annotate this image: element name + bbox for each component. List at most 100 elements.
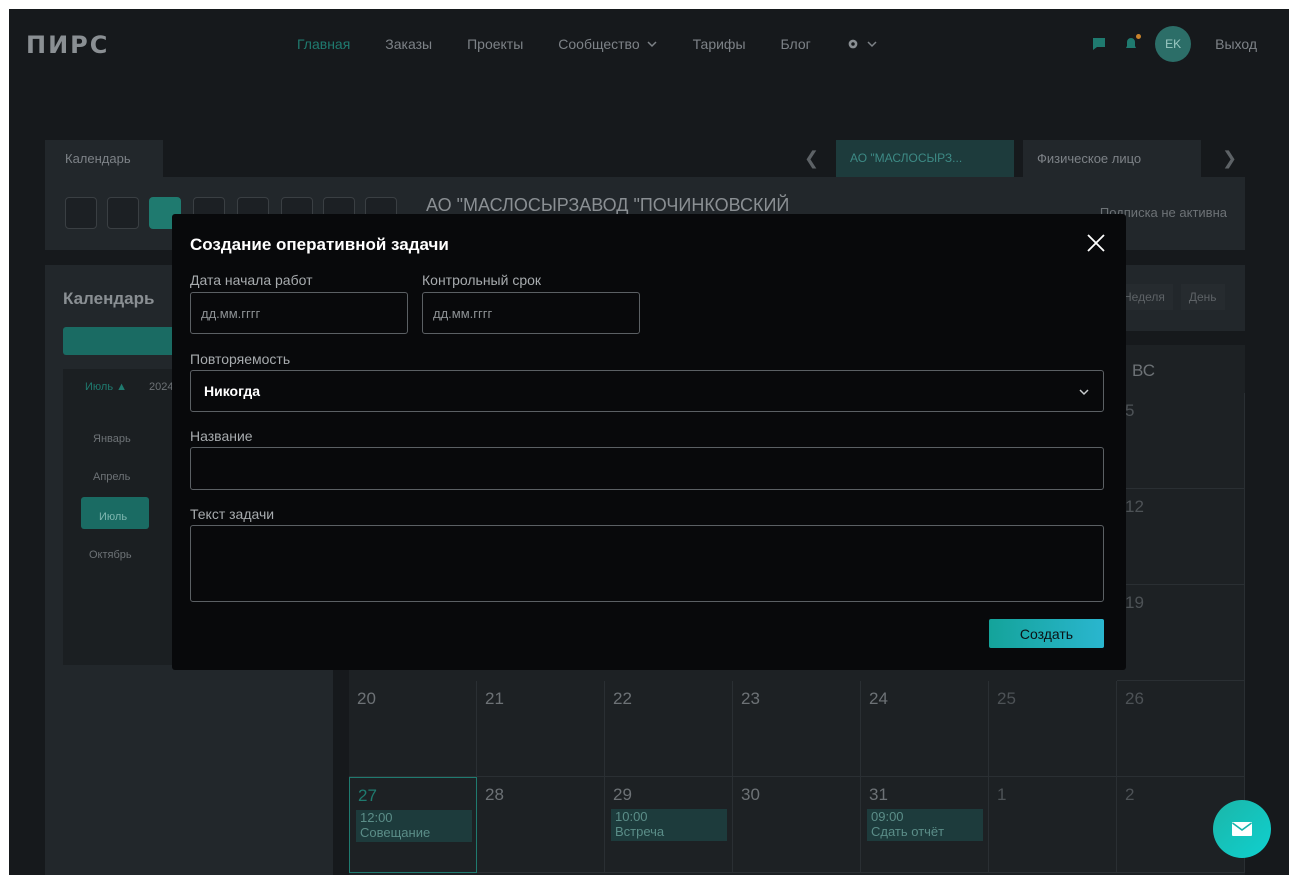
bell-icon[interactable] <box>1123 34 1142 52</box>
month-april[interactable]: Апрель <box>93 471 130 483</box>
logout-link[interactable]: Выход <box>1215 36 1257 52</box>
name-label: Название <box>190 428 253 444</box>
calendar-cell[interactable]: 30 <box>733 777 861 873</box>
name-input[interactable] <box>190 447 1104 490</box>
chat-icon[interactable] <box>1091 36 1107 52</box>
main-nav: Главная Заказы Проекты Сообщество Тарифы… <box>297 36 913 52</box>
calendar-cell[interactable]: 22 <box>605 681 733 777</box>
day-number: 2 <box>1125 785 1135 804</box>
year-selector[interactable]: 2024 <box>149 381 173 393</box>
nav-item-community-label: Сообщество <box>558 36 640 52</box>
nav-item-blog[interactable]: Блог <box>781 36 811 52</box>
document-icon[interactable] <box>107 197 139 229</box>
start-date-placeholder: дд.мм.гггг <box>201 306 261 321</box>
chevron-down-icon <box>647 41 657 48</box>
calendar-cell[interactable]: 19 <box>1117 585 1245 681</box>
calendar-cell[interactable]: 25 <box>989 681 1117 777</box>
header-right: EK Выход <box>1091 26 1257 62</box>
deadline-label: Контрольный срок <box>422 272 542 288</box>
calendar-cell[interactable]: 12 <box>1117 489 1245 585</box>
day-number: 21 <box>485 689 504 708</box>
repeat-select[interactable]: Никогда <box>190 370 1104 412</box>
task-text-textarea[interactable] <box>190 525 1104 602</box>
deadline-input[interactable]: дд.мм.гггг <box>422 292 640 334</box>
close-icon[interactable] <box>1086 233 1106 253</box>
tab-calendar[interactable]: Календарь <box>45 140 163 177</box>
calendar-event[interactable]: 10:00 Встреча <box>611 809 727 841</box>
day-number: 20 <box>357 689 376 708</box>
tab-person[interactable]: Физическое лицо <box>1023 140 1201 177</box>
month-selector[interactable]: Июль ▲ <box>85 381 127 393</box>
create-task-modal: Создание оперативной задачи Дата начала … <box>172 214 1126 670</box>
message-fab[interactable] <box>1213 800 1271 858</box>
chevron-down-icon <box>867 41 877 48</box>
calendar-cell[interactable]: 21 <box>477 681 605 777</box>
task-text-label: Текст задачи <box>190 506 275 522</box>
start-date-input[interactable]: дд.мм.гггг <box>190 292 408 334</box>
nav-item-orders[interactable]: Заказы <box>385 36 432 52</box>
calendar-cell-today[interactable]: 27 12:00 Совещание <box>349 777 477 873</box>
calendar-cell[interactable]: 20 <box>349 681 477 777</box>
calendar-cell[interactable]: 26 <box>1117 681 1245 777</box>
event-time: 09:00 <box>871 809 904 824</box>
nav-item-settings[interactable] <box>846 37 878 51</box>
nav-item-projects[interactable]: Проекты <box>467 36 523 52</box>
chevron-down-icon <box>1079 389 1089 396</box>
company-title: АО "МАСЛОСЫРЗАВОД "ПОЧИНКОВСКИЙ <box>426 195 790 215</box>
mail-icon <box>1232 822 1252 836</box>
nav-item-home[interactable]: Главная <box>297 36 350 52</box>
repeat-label: Повторяемость <box>190 351 291 367</box>
day-number: 25 <box>997 689 1016 708</box>
day-number: 26 <box>1125 689 1144 708</box>
day-number: 22 <box>613 689 632 708</box>
day-number: 19 <box>1125 593 1144 612</box>
deadline-placeholder: дд.мм.гггг <box>433 306 493 321</box>
day-number: 30 <box>741 785 760 804</box>
nav-item-community[interactable]: Сообщество <box>558 36 657 52</box>
day-number: 1 <box>997 785 1007 804</box>
event-title: Встреча <box>615 824 665 839</box>
gear-icon <box>848 39 858 49</box>
sidebar-title: Календарь <box>63 289 155 308</box>
day-number: 31 <box>869 785 888 804</box>
view-switcher: Неделя День <box>1115 284 1225 310</box>
day-number: 27 <box>358 786 377 805</box>
nav-item-tariffs[interactable]: Тарифы <box>693 36 746 52</box>
calendar-cell[interactable]: 23 <box>733 681 861 777</box>
calendar-cell[interactable]: 1 <box>989 777 1117 873</box>
calendar-cell[interactable]: 29 10:00 Встреча <box>605 777 733 873</box>
repeat-select-value: Никогда <box>204 383 261 399</box>
event-time: 12:00 <box>360 810 393 825</box>
event-title: Совещание <box>360 825 431 840</box>
modal-title: Создание оперативной задачи <box>190 235 449 254</box>
day-number: 23 <box>741 689 760 708</box>
view-day-button[interactable]: День <box>1180 284 1225 310</box>
tab-company[interactable]: АО "МАСЛОСЫРЗ... <box>836 140 1014 177</box>
home-icon[interactable] <box>65 197 97 229</box>
calendar-cell[interactable]: 31 09:00 Сдать отчёт <box>861 777 989 873</box>
day-number: 12 <box>1125 497 1144 516</box>
calendar-cell[interactable]: 24 <box>861 681 989 777</box>
month-selector-label: Июль <box>85 381 114 393</box>
start-date-label: Дата начала работ <box>190 272 313 288</box>
caret-up-icon: ▲ <box>116 381 128 393</box>
calendar-event[interactable]: 12:00 Совещание <box>356 810 472 842</box>
avatar[interactable]: EK <box>1155 26 1192 62</box>
weekday-header-sunday: ВС <box>1132 361 1156 380</box>
month-july[interactable]: Июль <box>99 511 127 523</box>
event-time: 10:00 <box>615 809 648 824</box>
calendar-event[interactable]: 09:00 Сдать отчёт <box>867 809 983 841</box>
chevron-right-icon[interactable]: ❯ <box>1222 148 1237 169</box>
calendar-cell[interactable]: 28 <box>477 777 605 873</box>
month-october[interactable]: Октябрь <box>89 549 132 561</box>
event-title: Сдать отчёт <box>871 824 945 839</box>
day-number: 5 <box>1125 401 1135 420</box>
day-number: 28 <box>485 785 504 804</box>
day-number: 24 <box>869 689 888 708</box>
create-button[interactable]: Создать <box>989 619 1104 648</box>
chevron-left-icon[interactable]: ❮ <box>804 148 819 169</box>
calendar-cell[interactable]: 5 <box>1117 393 1245 489</box>
logo[interactable]: ПИРС <box>26 31 109 59</box>
day-number: 29 <box>613 785 632 804</box>
month-january[interactable]: Январь <box>93 433 131 445</box>
